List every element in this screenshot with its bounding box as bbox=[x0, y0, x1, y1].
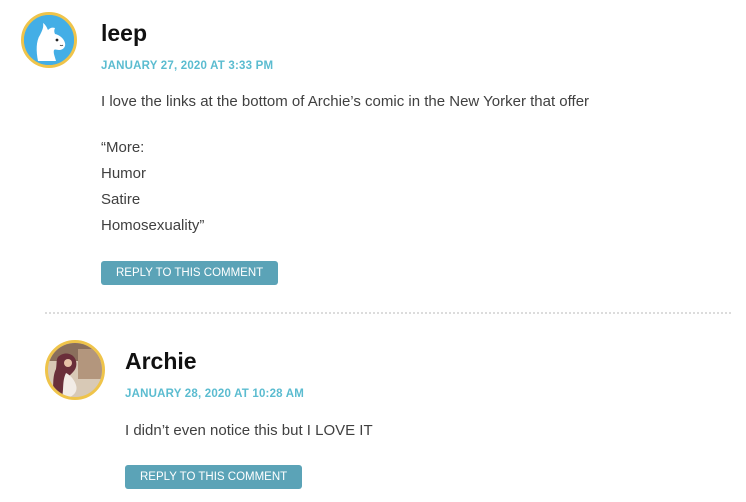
reply-button[interactable]: REPLY TO THIS COMMENT bbox=[125, 465, 303, 489]
reply-button[interactable]: REPLY TO THIS COMMENT bbox=[101, 261, 279, 285]
comment-paragraph: I didn’t even notice this but I LOVE IT bbox=[125, 422, 373, 439]
avatar[interactable] bbox=[45, 340, 105, 400]
photo-avatar-icon bbox=[48, 343, 102, 397]
comment-line: Humor bbox=[101, 165, 147, 182]
comment-line: “More: bbox=[101, 139, 145, 156]
comment-date-link[interactable]: JANUARY 28, 2020 AT 10:28 AM bbox=[125, 388, 304, 400]
comment-line: Satire bbox=[101, 191, 141, 208]
comment-author[interactable]: leep bbox=[101, 20, 147, 47]
avatar[interactable] bbox=[21, 12, 77, 68]
comment-line: Homosexuality” bbox=[101, 217, 205, 234]
comment-date-link[interactable]: JANUARY 27, 2020 AT 3:33 PM bbox=[101, 60, 273, 72]
comment-divider bbox=[45, 312, 731, 314]
comment-body: I didn’t even notice this but I LOVE IT bbox=[125, 418, 373, 444]
comment-paragraph: I love the links at the bottom of Archie… bbox=[101, 93, 590, 110]
comment-body: I love the links at the bottom of Archie… bbox=[101, 89, 589, 239]
comment-author[interactable]: Archie bbox=[125, 348, 197, 375]
moomin-icon bbox=[24, 15, 74, 65]
